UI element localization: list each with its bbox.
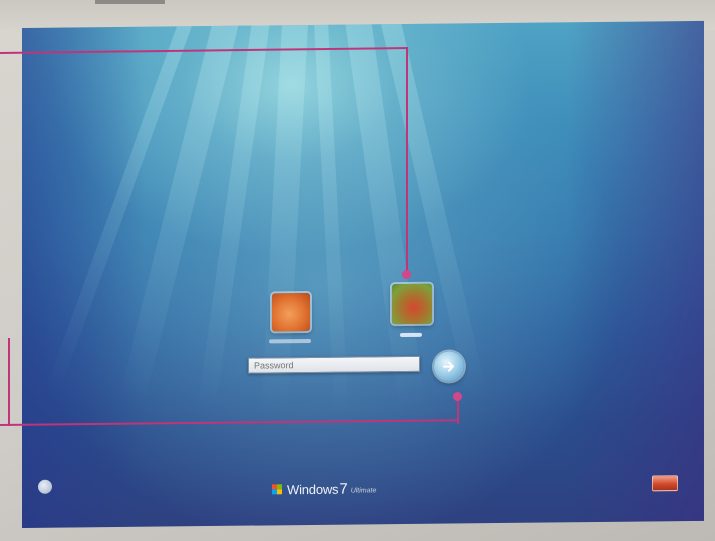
user-tile-2[interactable] [392,283,432,325]
arrow-right-icon [443,361,454,372]
callout-pointer [453,392,462,401]
windows-flag-icon [272,484,282,495]
os-edition: Ultimate [350,486,377,495]
user-name-1 [269,338,311,344]
callout-line [406,47,408,273]
user-tile-1[interactable] [272,292,310,332]
power-icon[interactable] [652,475,678,492]
password-input[interactable] [248,355,420,374]
os-version: 7 [339,480,348,498]
page-edge-mark [95,0,165,4]
os-name: Windows [287,481,339,497]
user-name-2 [400,332,422,338]
windows-logo: Windows 7 Ultimate [272,478,376,499]
login-screen: Windows 7 Ultimate [22,20,704,529]
ease-of-access-icon[interactable] [38,479,52,494]
submit-button[interactable] [434,351,464,382]
callout-pointer [402,270,411,279]
callout-line [8,338,10,426]
